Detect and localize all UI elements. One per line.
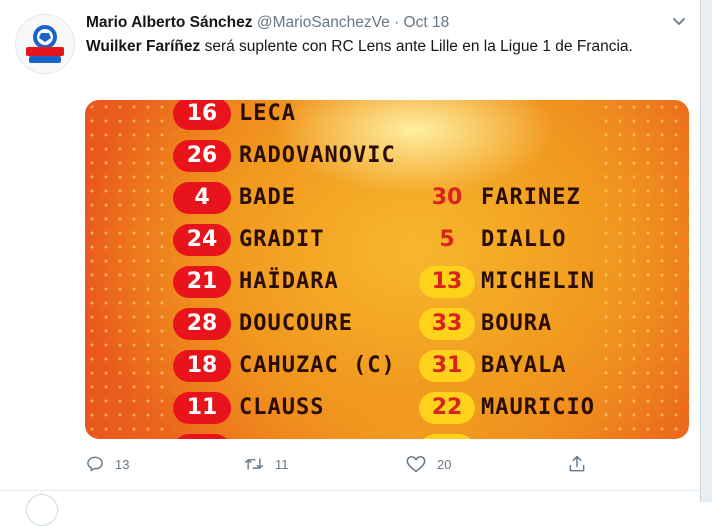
tweet[interactable]: Mario Alberto Sánchez @MarioSanchezVe · … [0, 0, 700, 526]
starter-name: GRADIT [239, 227, 325, 252]
divider [0, 490, 700, 491]
avatar[interactable] [15, 14, 75, 74]
sub-name: BAYALA [481, 353, 567, 378]
sub-name: MAURICIO [481, 395, 595, 420]
share-icon [569, 455, 585, 472]
starter-number: 16 [173, 100, 231, 130]
sub-number: 13 [419, 266, 475, 298]
tweet-actions: 13 11 20 [85, 452, 605, 476]
retweet-button[interactable]: 11 [243, 452, 289, 476]
starter-number: 28 [173, 308, 231, 340]
reply-icon [87, 456, 103, 472]
avatar-logo-icon [16, 15, 74, 73]
like-button[interactable]: 20 [405, 452, 451, 476]
sub-number: 5 [439, 227, 455, 252]
sub-number-partial [419, 434, 475, 439]
starter-number: 24 [173, 224, 231, 256]
sub-number: 31 [419, 350, 475, 382]
more-options-button[interactable] [670, 12, 688, 30]
starter-name: CAHUZAC (C) [239, 353, 396, 378]
dot-pattern-left [85, 100, 175, 439]
tweet-text-rest: será suplente con RC Lens ante Lille en … [200, 38, 633, 55]
sub-number: 22 [419, 392, 475, 424]
starter-name: HAÏDARA [239, 269, 339, 294]
separator: · [394, 14, 400, 31]
tweet-date[interactable]: Oct 18 [404, 14, 450, 31]
reply-count: 13 [115, 456, 130, 472]
sub-number: 30 [431, 185, 463, 210]
starter-name: LECA [239, 101, 296, 126]
sub-number: 33 [419, 308, 475, 340]
sub-name: DIALLO [481, 227, 567, 252]
scrollbar-track[interactable] [700, 0, 712, 502]
tweet-text-bold: Wuilker Faríñez [86, 38, 201, 55]
starter-number: 11 [173, 392, 231, 424]
starter-number-partial [173, 434, 231, 439]
retweet-icon [244, 458, 264, 470]
author-name[interactable]: Mario Alberto Sánchez [86, 14, 253, 31]
heart-icon [406, 455, 426, 473]
retweet-count: 11 [275, 456, 289, 472]
starter-name: RADOVANOVIC [239, 143, 396, 168]
starter-number: 4 [173, 182, 231, 214]
starter-number: 18 [173, 350, 231, 382]
reply-button[interactable]: 13 [85, 452, 129, 476]
tweet-header: Mario Alberto Sánchez @MarioSanchezVe · … [86, 14, 449, 32]
starter-number: 21 [173, 266, 231, 298]
author-handle[interactable]: @MarioSanchezVe [257, 14, 390, 31]
sub-name: BOURA [481, 311, 553, 336]
tweet-text: Wuilker Faríñez será suplente con RC Len… [86, 36, 656, 58]
share-button[interactable] [567, 452, 597, 476]
chevron-down-icon [673, 18, 685, 25]
sub-name: MICHELIN [481, 269, 595, 294]
starter-name: BADE [239, 185, 296, 210]
like-count: 20 [437, 456, 452, 472]
starter-name: DOUCOURE [239, 311, 353, 336]
next-tweet-avatar[interactable] [26, 494, 58, 526]
sub-name: FARINEZ [481, 185, 581, 210]
starter-name: CLAUSS [239, 395, 325, 420]
starter-number: 26 [173, 140, 231, 172]
dot-pattern-right [599, 100, 689, 439]
tweet-image[interactable]: 16 LECA 26 RADOVANOVIC 4 BADE 24 GRADIT … [85, 100, 689, 439]
